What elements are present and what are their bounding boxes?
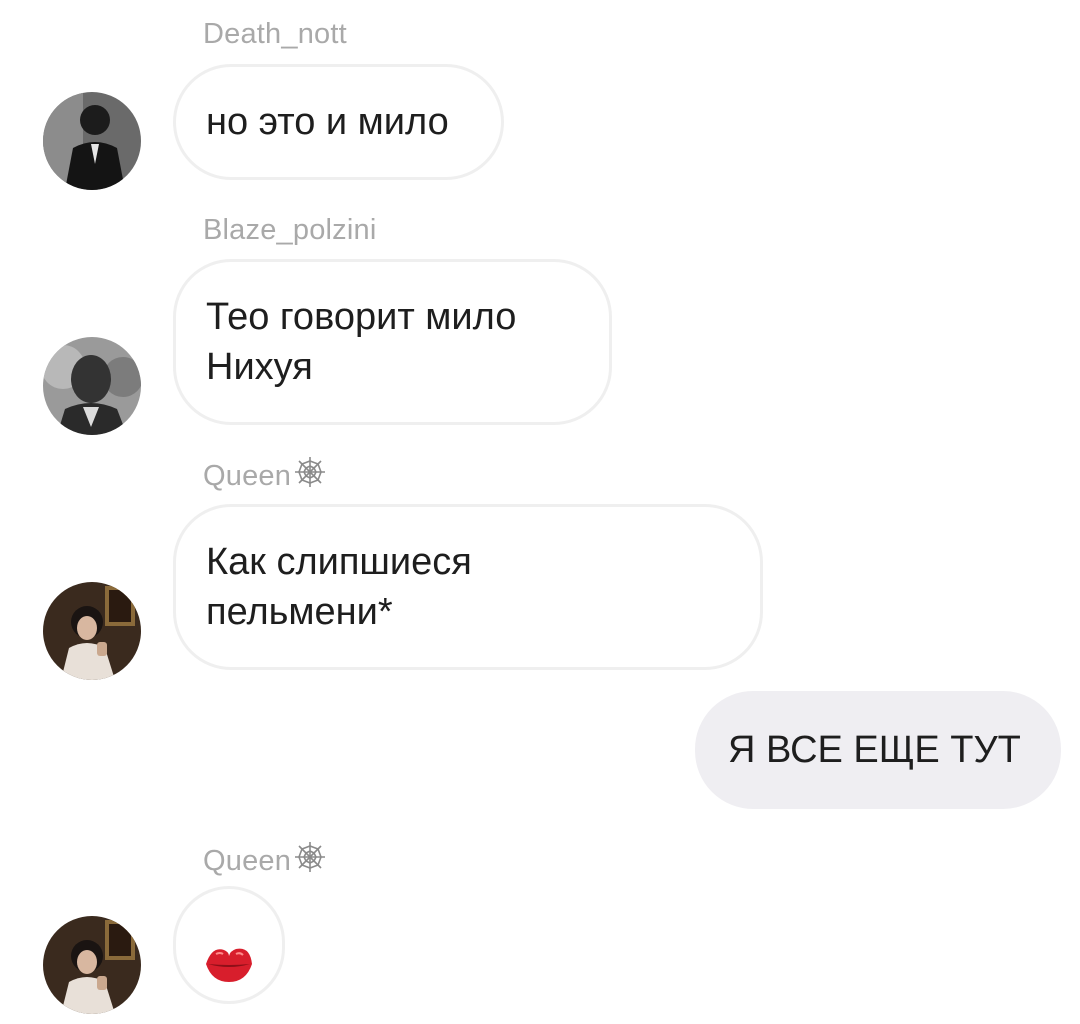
avatar[interactable] — [43, 337, 141, 435]
message-bubble[interactable] — [173, 886, 285, 1004]
sender-name: Death_nott — [203, 18, 347, 50]
sender-name-text: Queen — [203, 845, 292, 877]
sender-name: Blaze_polzini — [203, 214, 377, 246]
avatar[interactable] — [43, 92, 141, 190]
avatar-photo-death-nott — [43, 92, 141, 190]
message-text: Как слипшиеся пельмени* — [206, 541, 472, 633]
avatar-photo-queen — [43, 916, 141, 1014]
outgoing-message-bubble[interactable]: Я ВСЕ ЕЩЕ ТУТ — [695, 691, 1061, 809]
message-text: но это и мило — [206, 101, 449, 143]
sender-name-text: Queen — [203, 460, 292, 492]
avatar[interactable] — [43, 916, 141, 1014]
chat-thread[interactable]: Death_nott но это и мило Blaze_polzini Т… — [0, 0, 1080, 1024]
avatar[interactable] — [43, 582, 141, 680]
message-text: Тео говорит мило Нихуя — [206, 296, 517, 388]
kiss-mark-icon — [202, 892, 256, 999]
message-text: Я ВСЕ ЕЩЕ ТУТ — [728, 729, 1021, 771]
avatar-photo-queen — [43, 582, 141, 680]
sender-name: Queen — [203, 840, 327, 882]
avatar-photo-blaze-polzini — [43, 337, 141, 435]
message-bubble[interactable]: но это и мило — [173, 64, 504, 180]
message-bubble[interactable]: Как слипшиеся пельмени* — [173, 504, 763, 670]
spider-web-icon — [293, 455, 327, 497]
spider-web-icon — [293, 840, 327, 882]
message-bubble[interactable]: Тео говорит мило Нихуя — [173, 259, 612, 425]
sender-name: Queen — [203, 455, 327, 497]
